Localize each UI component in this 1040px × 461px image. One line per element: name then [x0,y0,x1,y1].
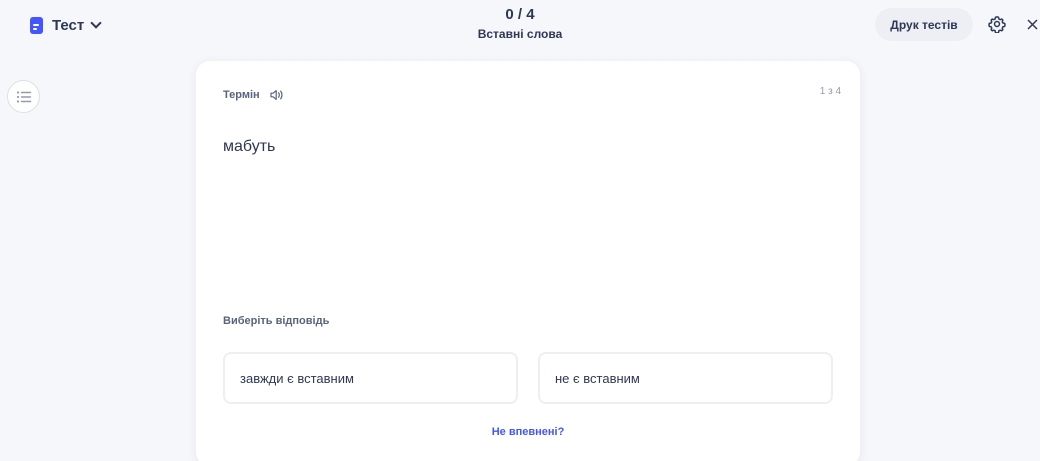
set-title: Вставні слова [477,27,563,41]
print-tests-button[interactable]: Друк тестів [875,8,973,41]
chevron-down-icon [90,16,102,29]
study-set-icon [30,16,43,34]
close-button[interactable] [1023,12,1040,36]
speaker-icon[interactable] [270,89,284,101]
not-sure-link[interactable]: Не впевнені? [196,426,860,438]
answer-option-2[interactable]: не є вставним [538,352,833,404]
close-icon [1027,19,1037,29]
question-counter: 1 з 4 [819,86,841,97]
progress-block: 0 / 4 Вставні слова [420,6,620,42]
settings-button[interactable] [985,12,1009,36]
term-text: мабуть [223,138,276,155]
list-icon [16,90,31,103]
progress-count: 0 / 4 [505,6,535,23]
answer-prompt: Виберіть відповідь [223,315,330,327]
table-of-contents-button[interactable] [7,80,40,113]
mode-label: Тест [52,16,85,34]
term-header: Термін [223,89,284,101]
answer-option-1[interactable]: завжди є вставним [223,352,518,404]
gear-icon [988,16,1006,33]
question-card: Термін 1 з 4 мабуть Виберіть відповідь з… [196,61,860,461]
term-label: Термін [223,89,260,101]
top-bar: Тест 0 / 4 Вставні слова Друк тестів [0,0,1040,52]
mode-dropdown[interactable]: Тест [30,14,102,36]
